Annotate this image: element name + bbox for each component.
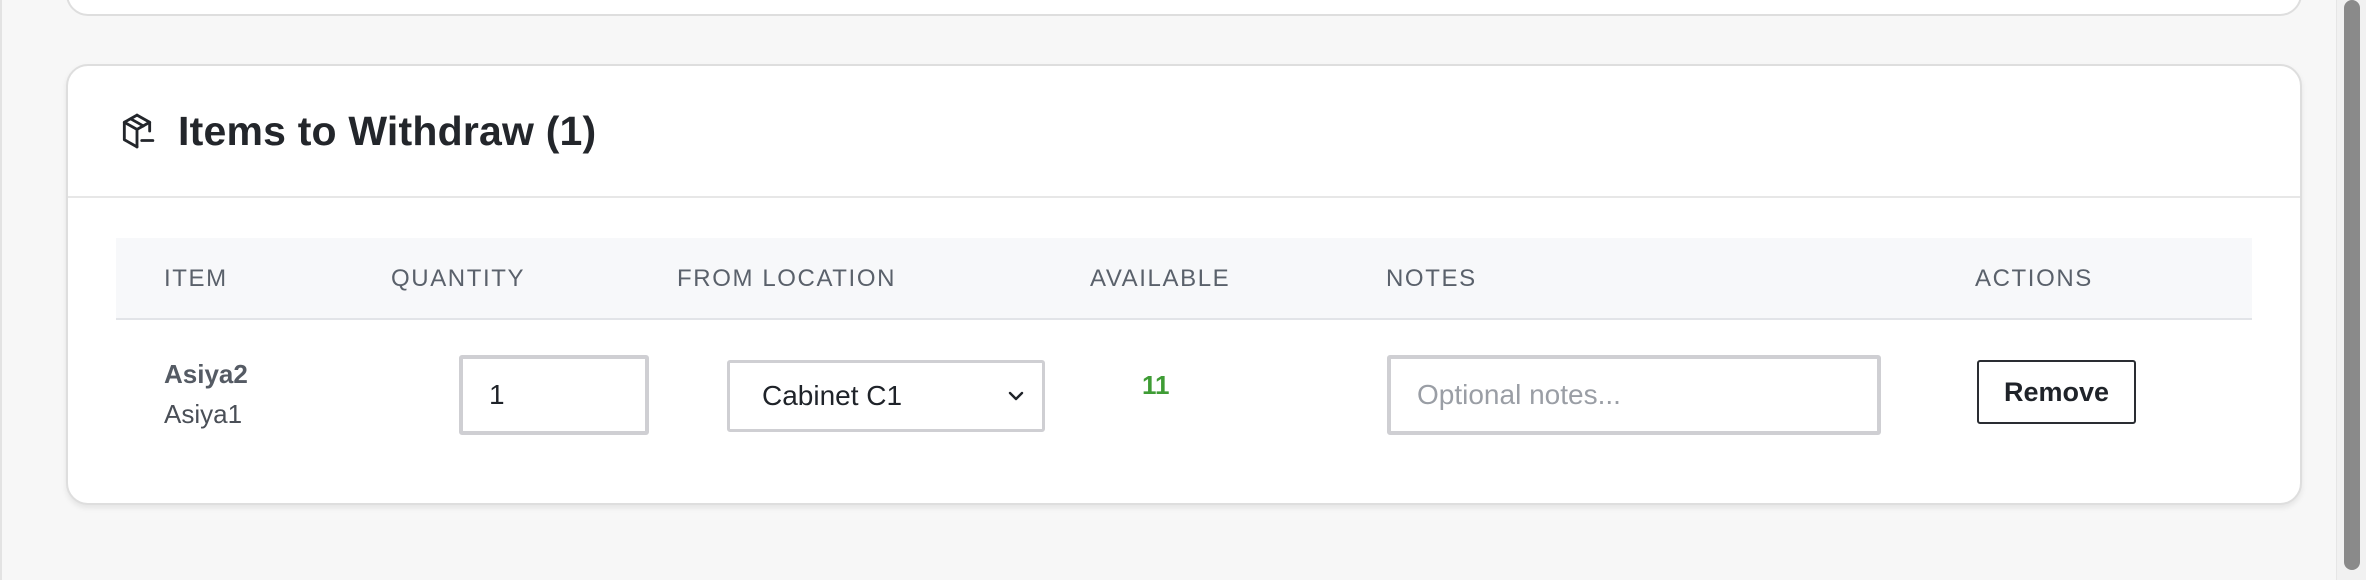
- scrollbar-thumb[interactable]: [2344, 0, 2360, 570]
- chevron-down-icon: [1004, 383, 1028, 407]
- quantity-input[interactable]: [459, 355, 649, 435]
- notes-input[interactable]: [1387, 355, 1881, 435]
- card-title: Items to Withdraw (1): [178, 107, 597, 154]
- available-quantity: 11: [1142, 370, 1170, 400]
- table-header: ITEM QUANTITY FROM LOCATION AVAILABLE NO…: [116, 238, 2252, 320]
- column-header-from-location: FROM LOCATION: [677, 265, 897, 292]
- item-name-primary: Asiya2: [164, 359, 248, 389]
- vertical-scrollbar[interactable]: [2336, 0, 2366, 580]
- column-header-item: ITEM: [164, 265, 228, 292]
- withdraw-table: ITEM QUANTITY FROM LOCATION AVAILABLE NO…: [116, 238, 2252, 465]
- column-header-quantity: QUANTITY: [391, 265, 526, 292]
- items-to-withdraw-card: Items to Withdraw (1) ITEM QUANTITY FROM…: [66, 64, 2302, 505]
- from-location-select[interactable]: Cabinet C1: [727, 360, 1045, 432]
- column-header-actions: ACTIONS: [1975, 265, 2093, 292]
- page: Items to Withdraw (1) ITEM QUANTITY FROM…: [0, 0, 2366, 580]
- package-icon: [118, 111, 158, 151]
- item-cell: Asiya2 Asiya1: [164, 354, 248, 434]
- from-location-selected-value: Cabinet C1: [762, 380, 903, 411]
- item-name-secondary: Asiya1: [164, 399, 243, 429]
- previous-card: [66, 0, 2302, 16]
- column-header-available: AVAILABLE: [1090, 265, 1231, 292]
- column-header-notes: NOTES: [1386, 265, 1477, 292]
- page-left-edge: [0, 0, 2, 580]
- remove-button[interactable]: Remove: [1977, 360, 2136, 424]
- card-header: Items to Withdraw (1): [68, 66, 2300, 198]
- table-row: Asiya2 Asiya1 Cabinet C1 11 Remove: [116, 320, 2252, 465]
